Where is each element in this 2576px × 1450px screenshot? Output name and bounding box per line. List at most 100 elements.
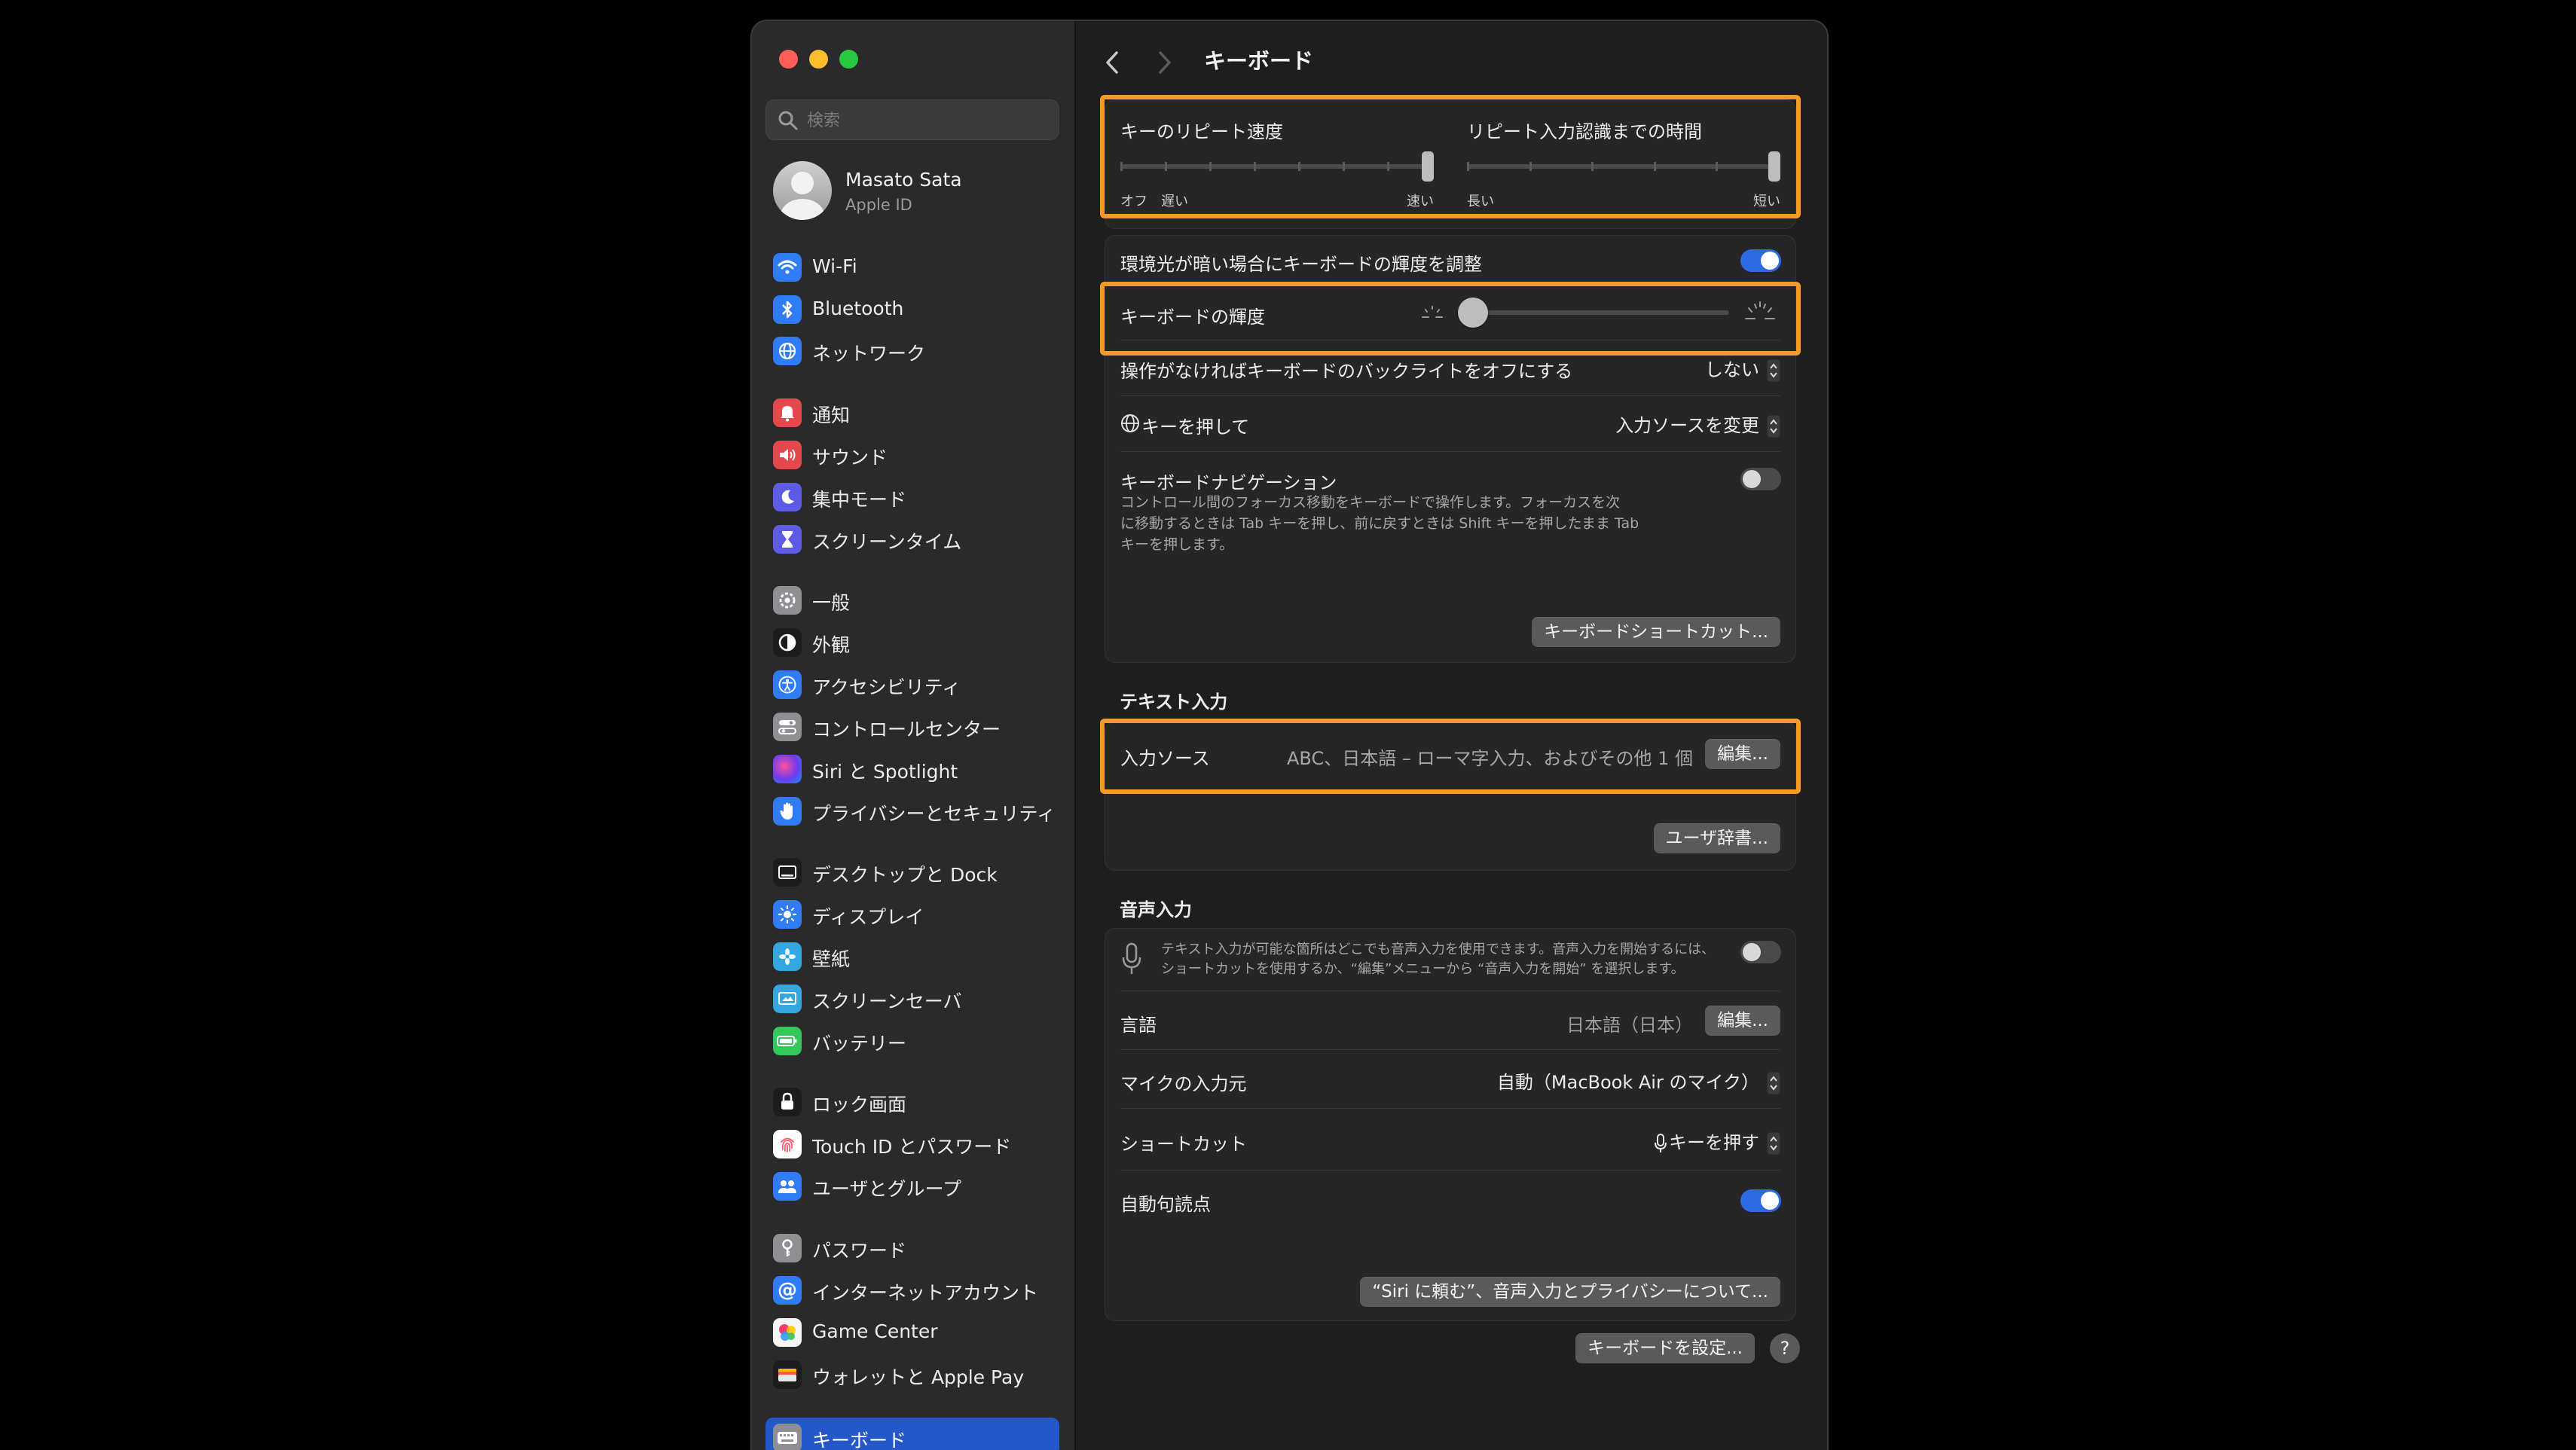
keyboard-navigation-desc-2: に移動するときは Tab キーを押し、前に戻すときは Shift キーを押したま… [1120,515,1639,532]
auto-brightness-toggle[interactable] [1740,249,1781,272]
close-window-button[interactable] [779,50,798,69]
backlight-off-popup[interactable]: しない [1705,355,1780,382]
lock-icon [773,1088,802,1116]
back-chevron-icon[interactable] [1099,47,1126,78]
profile-name: Masato Sata [845,169,962,191]
dictation-desc-2: ショートカットを使用するか、“編集”メニューから “音声入力を開始” を選択しま… [1161,961,1685,977]
auto-punctuation-toggle[interactable] [1740,1189,1781,1212]
sidebar-item-label: デスクトップと Dock [812,864,998,886]
key-repeat-slider[interactable] [1120,148,1434,185]
siri-dictation-privacy-button[interactable]: “Siri に頼む”、音声入力とプライバシーについて... [1360,1277,1780,1307]
globe-key-value: 入力ソースを変更 [1615,415,1759,436]
sidebar-item-internet-accounts[interactable]: @ インターネットアカウント [773,1270,1059,1308]
sidebar-item-users-groups[interactable]: ユーザとグループ [773,1166,1059,1204]
dictation-shortcut-value: キーを押す [1669,1132,1759,1153]
sidebar-item-screen-time[interactable]: スクリーンタイム [773,519,1059,557]
dictation-toggle[interactable] [1740,941,1781,963]
settings-window: Masato Sata Apple ID Wi-Fi Bluetooth ネット… [750,20,1829,1450]
sidebar-item-wallpaper[interactable]: 壁紙 [773,936,1059,974]
stepper-icon [1767,1132,1780,1155]
set-up-keyboard-button[interactable]: キーボードを設定... [1575,1333,1755,1363]
slider-thumb[interactable] [1422,151,1434,182]
sidebar-item-touch-id[interactable]: Touch ID とパスワード [773,1124,1059,1162]
wifi-icon [773,253,802,282]
keyboard-shortcuts-button[interactable]: キーボードショートカット... [1532,617,1780,647]
dictation-shortcut-row: ショートカット キーを押す [1105,1108,1795,1170]
sidebar-item-notifications[interactable]: 通知 [773,392,1059,430]
key-icon [773,1234,802,1262]
search-field[interactable] [765,99,1059,141]
sidebar-item-wifi[interactable]: Wi-Fi [773,247,1059,285]
microphone-source-popup[interactable]: 自動（MacBook Air のマイク） [1497,1067,1780,1094]
dictation-language-row: 言語 日本語（日本） 編集... [1105,991,1795,1049]
input-sources-edit-button[interactable]: 編集... [1705,739,1780,769]
sidebar-item-siri-spotlight[interactable]: Siri と Spotlight [773,749,1059,786]
sidebar-item-focus[interactable]: 集中モード [773,477,1059,514]
hand-icon [773,797,802,826]
slider-thumb[interactable] [1768,151,1780,182]
backlight-off-row: 操作がなければキーボードのバックライトをオフにする しない [1105,340,1795,395]
sidebar-item-network[interactable]: ネットワーク [773,331,1059,368]
sidebar-item-label: 外観 [812,634,851,656]
sidebar-item-keyboard[interactable]: キーボード [765,1418,1059,1450]
slider-tick [1254,162,1256,171]
keyboard-brightness-label: キーボードの輝度 [1120,307,1265,328]
slider-tick [1529,162,1532,171]
bluetooth-icon [773,295,802,324]
sidebar-item-label: プライバシーとセキュリティ [812,803,1056,825]
input-sources-label: 入力ソース [1120,748,1210,769]
sidebar-item-displays[interactable]: ディスプレイ [773,894,1059,932]
sidebar-item-wallet[interactable]: ウォレットと Apple Pay [773,1354,1059,1392]
globe-icon [1121,414,1139,432]
hourglass-icon [773,525,802,554]
sidebar-item-bluetooth[interactable]: Bluetooth [773,289,1059,327]
minimize-window-button[interactable] [809,50,828,69]
sidebar-item-control-center[interactable]: コントロールセンター [773,707,1059,744]
forward-chevron-icon[interactable] [1151,47,1178,78]
microphone-source-row: マイクの入力元 自動（MacBook Air のマイク） [1105,1049,1795,1108]
sidebar-item-game-center[interactable]: Game Center [773,1312,1059,1350]
repeat-delay-slider[interactable] [1467,148,1780,185]
help-button[interactable]: ? [1770,1333,1800,1363]
zoom-window-button[interactable] [839,50,858,69]
sidebar-item-label: Game Center [812,1320,938,1342]
dictation-language-edit-button[interactable]: 編集... [1705,1006,1780,1036]
page-title: キーボード [1204,48,1314,74]
microphone-source-value: 自動（MacBook Air のマイク） [1496,1072,1759,1093]
sidebar-item-desktop-dock[interactable]: デスクトップと Dock [773,852,1059,890]
slider-tick [1165,162,1167,171]
sidebar-item-sound[interactable]: サウンド [773,435,1059,472]
microphone-source-label: マイクの入力元 [1120,1073,1247,1094]
sidebar-item-label: パスワード [812,1240,907,1262]
sidebar-item-general[interactable]: 一般 [773,580,1059,618]
sidebar-item-label: サウンド [812,447,888,469]
sidebar-item-label: コントロールセンター [812,719,1001,740]
sidebar-item-accessibility[interactable]: アクセシビリティ [773,664,1059,702]
search-input[interactable] [805,100,1050,141]
sidebar-item-passwords[interactable]: パスワード [773,1228,1059,1265]
dictation-shortcut-popup[interactable]: キーを押す [1654,1128,1780,1155]
siri-icon [773,755,802,783]
sidebar-item-lock-screen[interactable]: ロック画面 [773,1082,1059,1119]
apple-id-profile[interactable]: Masato Sata Apple ID [773,160,1059,223]
keyboard-navigation-toggle[interactable] [1740,468,1781,490]
keyboard-backlight-card: 環境光が暗い場合にキーボードの輝度を調整 キーボードの輝度 操作がなければキーボ… [1105,235,1796,663]
brightness-slider-thumb[interactable] [1458,298,1488,328]
avatar [773,161,832,220]
wallet-icon [773,1360,802,1389]
sidebar-item-appearance[interactable]: 外観 [773,622,1059,660]
sidebar-item-label: Wi-Fi [812,255,857,277]
keyboard-navigation-row: キーボードナビゲーション コントロール間のフォーカス移動をキーボードで操作します… [1105,451,1795,564]
sidebar-item-privacy-security[interactable]: プライバシーとセキュリティ [773,791,1059,829]
user-dictionary-button[interactable]: ユーザ辞書... [1653,823,1780,853]
key-repeat-off-label: オフ [1120,194,1147,209]
key-repeat-card: キーのリピート速度 リピート入力認識までの時間 オフ 遅い 速い 長い 短い [1105,99,1796,229]
globe-key-popup[interactable]: 入力ソースを変更 [1615,411,1780,438]
sidebar-item-label: ユーザとグループ [812,1178,962,1200]
sidebar-item-battery[interactable]: バッテリー [773,1021,1059,1058]
keyboard-brightness-slider[interactable] [1458,296,1729,329]
sidebar-item-screen-saver[interactable]: スクリーンセーバ [773,978,1059,1016]
slider-tick [1298,162,1300,171]
dictation-card: テキスト入力が可能な箇所はどこでも音声入力を使用できます。音声入力を開始するには… [1105,928,1796,1321]
key-repeat-slow-label: 遅い [1161,194,1188,209]
